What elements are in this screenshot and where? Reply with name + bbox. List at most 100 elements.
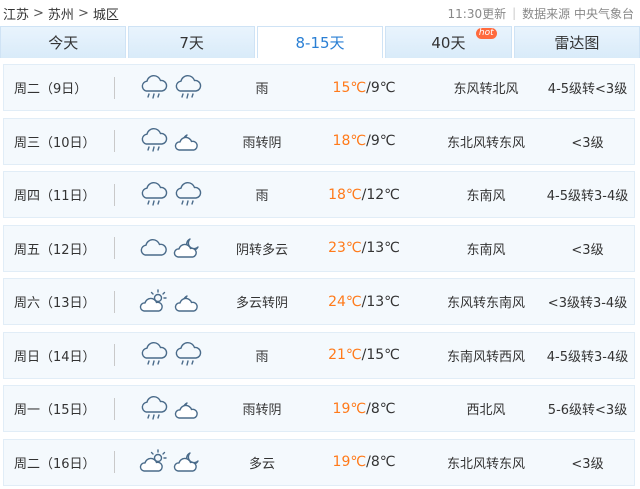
- rain-cloud-icon: [139, 341, 169, 369]
- data-source: 数据来源 中央气象台: [522, 6, 634, 21]
- condition-text: 雨: [255, 349, 269, 365]
- condition-text: 阴转多云: [235, 242, 288, 258]
- weather-icons: [115, 127, 227, 155]
- low-temp: 13℃: [366, 293, 400, 310]
- wind-level: <3级: [571, 242, 604, 258]
- condition-text: 雨: [255, 189, 269, 204]
- wind-direction: 东南风: [466, 189, 506, 204]
- rain-cloud-icon: [139, 74, 169, 102]
- tab-label: 雷达图: [554, 34, 600, 52]
- condition-text: 多云转阴: [235, 296, 288, 311]
- weather-icons: [115, 448, 227, 476]
- temperature-range: 21℃/15℃: [297, 347, 431, 363]
- tab-label: 7天: [179, 34, 204, 52]
- top-bar: 江苏 > 苏州 > 城区 11:30更新 | 数据来源 中央气象台: [0, 0, 640, 26]
- tab-7-days[interactable]: 7天: [128, 26, 255, 58]
- cloud-night-icon: [173, 395, 203, 423]
- temperature-range: 18℃/9℃: [297, 133, 431, 149]
- meta-divider: |: [512, 6, 517, 20]
- day-label: 周三（10日）: [14, 135, 96, 151]
- forecast-row[interactable]: 周三（10日） 雨转阴 18℃/9℃ 东北风转东风 <3级: [3, 117, 635, 165]
- day-label: 周二（9日）: [14, 82, 88, 97]
- wind-level: <3级: [571, 456, 604, 472]
- day-label: 周五（12日）: [14, 242, 96, 258]
- high-temp: 18℃: [332, 133, 367, 149]
- rain-cloud-icon: [173, 341, 203, 369]
- condition-text: 雨: [255, 82, 269, 97]
- cloud-night-icon: [173, 288, 203, 316]
- wind-direction: 西北风: [466, 403, 506, 418]
- tab-8-15-days[interactable]: 8-15天: [256, 26, 384, 58]
- condition-text: 雨转阴: [242, 135, 282, 151]
- forecast-list: 周二（9日） 雨 15℃/9℃ 东风转北风 4-5级转<3级 周三（10日） 雨转阴 18℃/…: [3, 64, 635, 489]
- forecast-row[interactable]: 周六（13日） 多云转阴 24℃/13℃ 东风转东南风 <3级转3-4级: [3, 278, 635, 325]
- forecast-row[interactable]: 周五（12日） 阴转多云 23℃/13℃ 东南风 <3级: [3, 224, 635, 272]
- day-label: 周六（13日）: [14, 296, 96, 311]
- cloud-icon: [139, 234, 169, 262]
- hot-badge: hot: [475, 28, 497, 39]
- high-temp: 24℃: [328, 293, 362, 310]
- forecast-row[interactable]: 周二（16日） 多云 19℃/8℃ 东北风转东风 <3级: [3, 438, 635, 486]
- sun-cloud-icon: [139, 288, 169, 316]
- low-temp: 9℃: [370, 133, 396, 149]
- temperature-range: 19℃/8℃: [297, 401, 431, 417]
- tab-label: 40天: [431, 34, 466, 52]
- low-temp: 8℃: [370, 454, 396, 470]
- breadcrumb-separator: >: [33, 5, 44, 21]
- low-temp: 8℃: [370, 400, 396, 417]
- wind-level: 5-6级转<3级: [547, 403, 628, 418]
- temperature-range: 23℃/13℃: [297, 240, 431, 256]
- wind-direction: 东北风转东风: [446, 135, 525, 151]
- high-temp: 23℃: [328, 240, 362, 256]
- update-time: 11:30更新: [447, 6, 507, 21]
- weather-icons: [115, 234, 227, 262]
- forecast-tabs: 今天 7天 8-15天 40天 hot 雷达图: [0, 26, 640, 58]
- wind-direction: 东北风转东风: [446, 456, 525, 472]
- weather-icons: [115, 181, 227, 209]
- tab-radar[interactable]: 雷达图: [513, 26, 640, 58]
- tab-label: 今天: [48, 34, 79, 52]
- day-label: 周二（16日）: [14, 456, 96, 472]
- low-temp: 13℃: [366, 240, 400, 256]
- day-label: 周一（15日）: [14, 403, 96, 418]
- forecast-row[interactable]: 周日（14日） 雨 21℃/15℃ 东南风转西风 4-5级转3-4级: [3, 331, 635, 379]
- forecast-row[interactable]: 周二（9日） 雨 15℃/9℃ 东风转北风 4-5级转<3级: [3, 64, 635, 111]
- rain-cloud-icon: [173, 181, 203, 209]
- update-meta: 11:30更新 | 数据来源 中央气象台: [448, 5, 634, 22]
- sun-cloud-icon: [139, 448, 169, 476]
- breadcrumb-city[interactable]: 苏州: [48, 4, 74, 23]
- tab-label: 8-15天: [295, 34, 345, 52]
- forecast-row[interactable]: 周一（15日） 雨转阴 19℃/8℃ 西北风 5-6级转<3级: [3, 385, 635, 432]
- breadcrumb: 江苏 > 苏州 > 城区: [3, 4, 119, 23]
- day-label: 周日（14日）: [14, 349, 96, 365]
- wind-direction: 东南风转西风: [446, 349, 525, 365]
- breadcrumb-district[interactable]: 城区: [93, 4, 119, 23]
- high-temp: 19℃: [332, 454, 367, 470]
- cloud-moon-icon: [173, 448, 203, 476]
- high-temp: 19℃: [332, 400, 367, 417]
- rain-cloud-icon: [139, 395, 169, 423]
- wind-direction: 东南风: [466, 242, 506, 258]
- forecast-row[interactable]: 周四（11日） 雨 18℃/12℃ 东南风 4-5级转3-4级: [3, 171, 635, 218]
- high-temp: 21℃: [328, 347, 362, 363]
- weather-icons: [115, 341, 227, 369]
- wind-level: 4-5级转3-4级: [546, 189, 629, 204]
- high-temp: 15℃: [332, 79, 367, 96]
- rain-cloud-icon: [139, 127, 169, 155]
- cloud-night-icon: [173, 127, 203, 155]
- tab-today[interactable]: 今天: [0, 26, 127, 58]
- wind-level: <3级转3-4级: [547, 296, 628, 311]
- wind-level: <3级: [571, 135, 604, 151]
- temperature-range: 15℃/9℃: [297, 80, 431, 96]
- low-temp: 12℃: [366, 186, 400, 203]
- rain-cloud-icon: [173, 74, 203, 102]
- breadcrumb-province[interactable]: 江苏: [3, 4, 29, 23]
- tab-40-days[interactable]: 40天 hot: [385, 26, 512, 58]
- temperature-range: 18℃/12℃: [297, 187, 431, 203]
- weather-icons: [115, 395, 227, 423]
- breadcrumb-separator: >: [77, 5, 89, 21]
- cloud-moon-icon: [173, 234, 203, 262]
- temperature-range: 19℃/8℃: [297, 454, 431, 470]
- condition-text: 雨转阴: [242, 403, 282, 418]
- temperature-range: 24℃/13℃: [297, 294, 431, 310]
